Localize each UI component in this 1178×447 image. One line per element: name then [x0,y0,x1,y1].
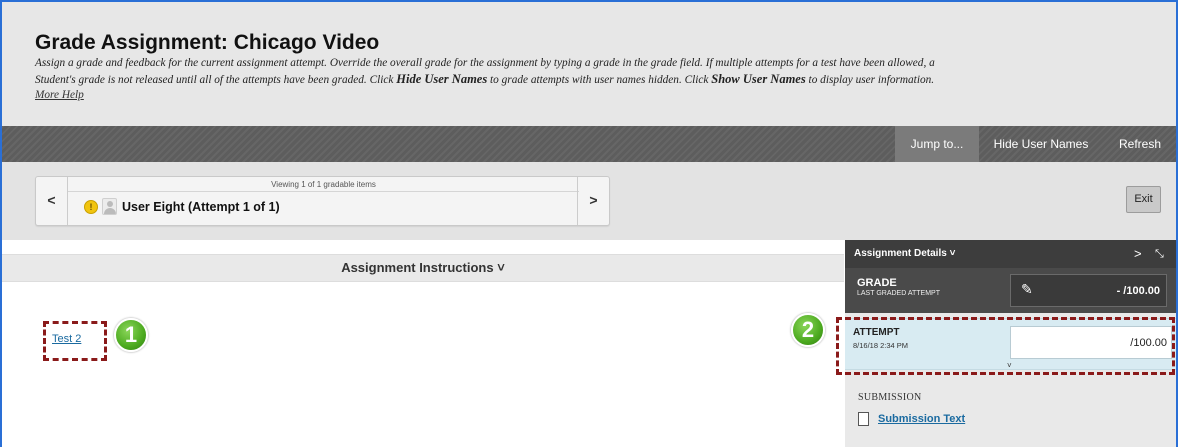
description-line-2c: to display user information. [805,73,935,86]
page-description: Assign a grade and feedback for the curr… [35,56,1155,104]
submission-text-link[interactable]: Submission Text [878,413,965,425]
overall-grade-field[interactable]: ✎ - /100.00 [1010,274,1167,307]
submission-label: SUBMISSION [858,392,922,403]
assignment-instructions-toggle[interactable]: Assignment Instructions ˅ [2,254,844,282]
document-icon [858,412,869,426]
navigation-row: < Viewing 1 of 1 gradable items ! User E… [2,162,1176,240]
callout-highlight-2 [836,317,1175,375]
description-line-2a: Student's grade is not released until al… [35,73,397,86]
description-line-2b: to grade attempts with user names hidden… [487,73,712,86]
exit-button[interactable]: Exit [1126,186,1161,213]
grade-row: GRADE LAST GRADED ATTEMPT ✎ - /100.00 [845,268,1176,313]
jump-to-button[interactable]: Jump to... [895,126,979,162]
callout-badge-1: 1 [114,318,148,352]
assignment-details-toggle[interactable]: Assignment Details ˅ [854,240,955,268]
next-attempt-button[interactable]: > [577,177,609,225]
page-header: Grade Assignment: Chicago Video Assign a… [2,2,1176,126]
current-user-attempt: User Eight (Attempt 1 of 1) [122,200,280,214]
panel-next-icon[interactable]: > [1134,240,1142,268]
refresh-button[interactable]: Refresh [1110,126,1170,162]
callout-highlight-1 [43,321,107,361]
hide-user-names-emphasis: Hide User Names [396,71,488,86]
main-content: Assignment Instructions ˅ Test 2 1 [2,240,844,447]
action-toolbar: Jump to... Hide User Names Refresh [2,126,1176,162]
needs-grading-icon: ! [84,200,98,214]
hide-user-names-button[interactable]: Hide User Names [988,126,1094,162]
page-title: Grade Assignment: Chicago Video [35,31,380,54]
last-graded-attempt-label: LAST GRADED ATTEMPT [857,290,940,297]
description-line-1: Assign a grade and feedback for the curr… [35,57,935,69]
viewing-count: Viewing 1 of 1 gradable items [271,180,376,189]
more-help-link[interactable]: More Help [35,89,84,101]
previous-attempt-button[interactable]: < [36,177,68,225]
show-user-names-emphasis: Show User Names [711,71,806,86]
overall-grade-value: - /100.00 [1116,285,1160,297]
pager-divider [68,191,579,192]
panel-header: Assignment Details ˅ > ⤡ [845,240,1176,268]
callout-badge-2: 2 [791,313,825,347]
attempt-pager: < Viewing 1 of 1 gradable items ! User E… [35,176,610,226]
expand-panel-icon[interactable]: ⤡ [1155,240,1164,268]
user-avatar-icon [102,198,117,215]
grade-label: GRADE [857,277,897,289]
pencil-icon[interactable]: ✎ [1021,281,1033,298]
assignment-instructions-label: Assignment Instructions ˅ [341,260,505,275]
